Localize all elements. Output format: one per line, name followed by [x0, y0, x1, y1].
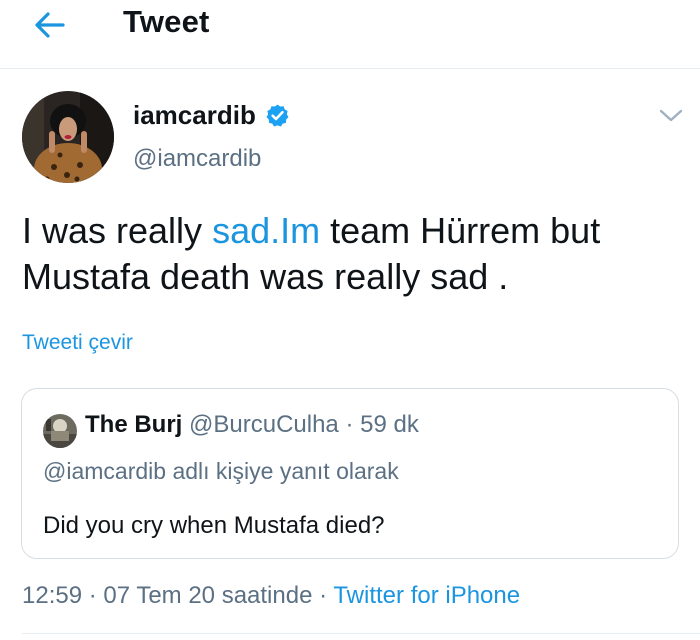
author-name-row[interactable]: iamcardib — [133, 100, 290, 131]
tweet-time: 12:59 — [22, 582, 83, 609]
tweet-text-link[interactable]: sad.Im — [212, 210, 320, 251]
meta-separator-1: · — [82, 582, 104, 609]
quoted-author-handle[interactable]: @BurcuCulha — [189, 411, 339, 438]
verified-badge-icon — [266, 104, 289, 127]
quoted-author-name[interactable]: The Burj — [85, 411, 182, 438]
avatar[interactable] — [22, 91, 114, 183]
author-name[interactable]: iamcardib — [133, 100, 256, 131]
quoted-tweet-card[interactable]: The Burj @BurcuCulha · 59 dk @iamcardib … — [21, 388, 679, 559]
quoted-separator: · — [338, 411, 361, 438]
translate-tweet-link[interactable]: Tweeti çevir — [22, 331, 133, 355]
quoted-tweet-text: Did you cry when Mustafa died? — [43, 512, 385, 539]
quoted-header: The Burj @BurcuCulha · 59 dk — [85, 411, 419, 439]
tweet-text: I was really sad.Im team Hürrem but Must… — [22, 208, 682, 300]
app-header: Tweet — [0, 0, 700, 69]
quoted-time: 59 dk — [360, 411, 419, 438]
chevron-down-icon[interactable] — [656, 106, 686, 126]
page-title: Tweet — [123, 4, 210, 39]
quoted-reply-context: @iamcardib adlı kişiye yanıt olarak — [43, 458, 399, 484]
arrow-left-icon[interactable] — [30, 8, 70, 42]
divider — [22, 633, 700, 634]
tweet-source-link[interactable]: Twitter for iPhone — [333, 582, 520, 609]
tweet-text-before: I was really — [22, 210, 213, 251]
author-handle[interactable]: @iamcardib — [133, 145, 261, 173]
tweet-date: 07 Tem 20 saatinde — [103, 582, 313, 609]
tweet-meta: 12:59 · 07 Tem 20 saatinde · Twitter for… — [22, 582, 520, 610]
quoted-avatar[interactable] — [43, 414, 77, 448]
meta-separator-2: · — [312, 582, 334, 609]
